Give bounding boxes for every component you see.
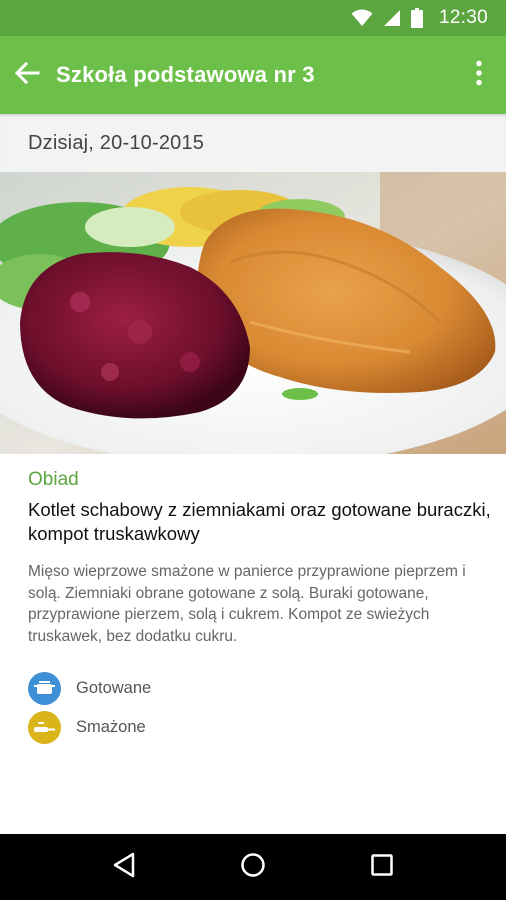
date-text: Dzisiaj, 20-10-2015 [28, 131, 205, 154]
home-circle-icon [240, 852, 266, 883]
tag-fried: Smażone [28, 711, 146, 744]
back-triangle-icon [112, 852, 136, 883]
battery-icon [410, 8, 423, 28]
tag-label: Gotowane [76, 679, 152, 697]
frying-pan-icon [28, 711, 61, 744]
date-header: Dzisiaj, 20-10-2015 [0, 114, 506, 172]
page-title: Szkoła podstawowa nr 3 [56, 62, 315, 87]
arrow-left-icon [14, 61, 40, 90]
meal-name: Kotlet schabowy z ziemniakami oraz gotow… [28, 499, 491, 544]
pot-icon [28, 672, 61, 705]
nav-back-button[interactable] [94, 837, 154, 897]
tag-label: Smażone [76, 718, 146, 736]
overflow-menu-button[interactable] [452, 36, 506, 114]
meal-type: Obiad [28, 469, 79, 490]
app-bar: Szkoła podstawowa nr 3 [0, 36, 506, 114]
wifi-icon [351, 9, 373, 27]
system-navigation-bar [0, 834, 506, 900]
nav-home-button[interactable] [223, 837, 283, 897]
more-vertical-icon [475, 60, 483, 91]
status-time: 12:30 [438, 7, 488, 28]
signal-icon [383, 9, 401, 27]
meal-photo [0, 172, 506, 454]
back-button[interactable] [2, 36, 52, 114]
nav-recents-button[interactable] [352, 837, 412, 897]
status-bar: 12:30 [0, 0, 506, 36]
tag-boiled: Gotowane [28, 672, 151, 705]
meal-description: Mięso wieprzowe smażone w panierce przyp… [28, 563, 466, 645]
recents-square-icon [370, 853, 394, 882]
